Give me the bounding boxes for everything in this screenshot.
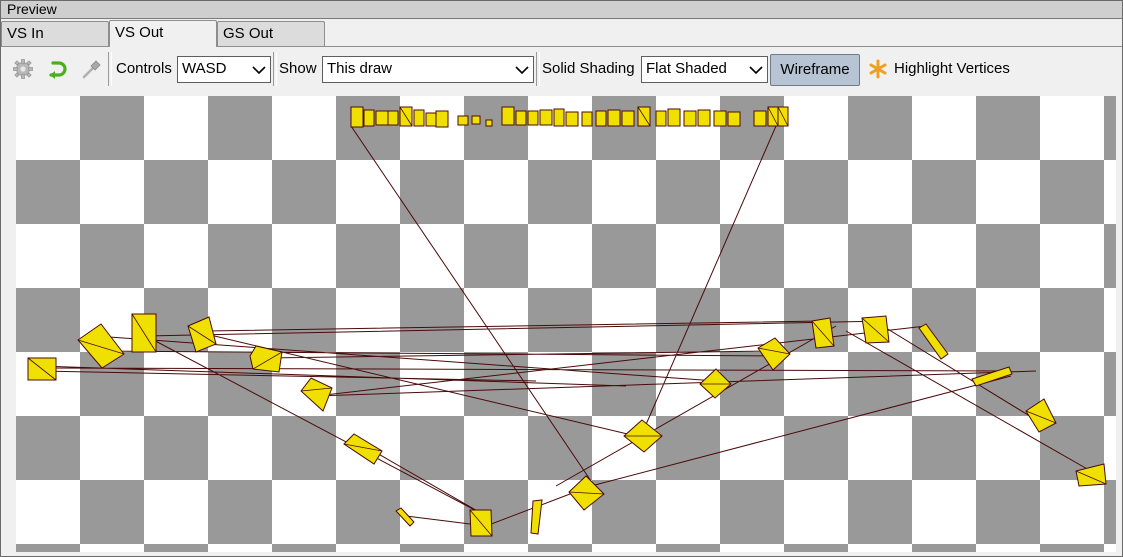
- window-title: Preview: [7, 1, 57, 17]
- wireframe-toggle-button[interactable]: Wireframe: [770, 54, 860, 86]
- chevron-down-icon: [515, 66, 529, 75]
- tab-vs-out[interactable]: VS Out: [109, 20, 217, 47]
- solid-shading-label: Solid Shading: [542, 60, 635, 77]
- title-bar: Preview: [1, 1, 1122, 19]
- chevron-down-icon: [252, 66, 266, 75]
- show-select[interactable]: This draw: [322, 56, 534, 83]
- gear-icon[interactable]: [12, 58, 34, 80]
- controls-select[interactable]: WASD: [177, 56, 271, 83]
- toolbar-separator: [536, 52, 540, 86]
- asterisk-icon[interactable]: [867, 58, 889, 80]
- toolbar-separator: [108, 52, 112, 86]
- shading-select-value: Flat Shaded: [646, 60, 727, 77]
- highlight-vertices-label[interactable]: Highlight Vertices: [894, 59, 1010, 79]
- wireframe-mesh: [27, 106, 1107, 537]
- shading-select[interactable]: Flat Shaded: [641, 56, 768, 83]
- show-select-value: This draw: [327, 60, 393, 77]
- tab-vs-in[interactable]: VS In: [1, 21, 109, 46]
- toolbar-separator: [273, 52, 277, 86]
- tab-gs-out[interactable]: GS Out: [217, 21, 325, 46]
- chevron-down-icon: [749, 66, 763, 75]
- show-label: Show: [279, 60, 317, 77]
- preview-window: Preview VS In VS Out GS Out Controls WAS…: [0, 0, 1123, 557]
- toolbar: Controls WASD Show This draw Solid Shadi…: [1, 49, 1122, 89]
- undo-arrow-icon[interactable]: [46, 58, 68, 80]
- eyedropper-icon[interactable]: [80, 58, 102, 80]
- mesh-preview-viewport[interactable]: [16, 96, 1116, 552]
- controls-label: Controls: [116, 60, 172, 77]
- controls-select-value: WASD: [182, 60, 227, 77]
